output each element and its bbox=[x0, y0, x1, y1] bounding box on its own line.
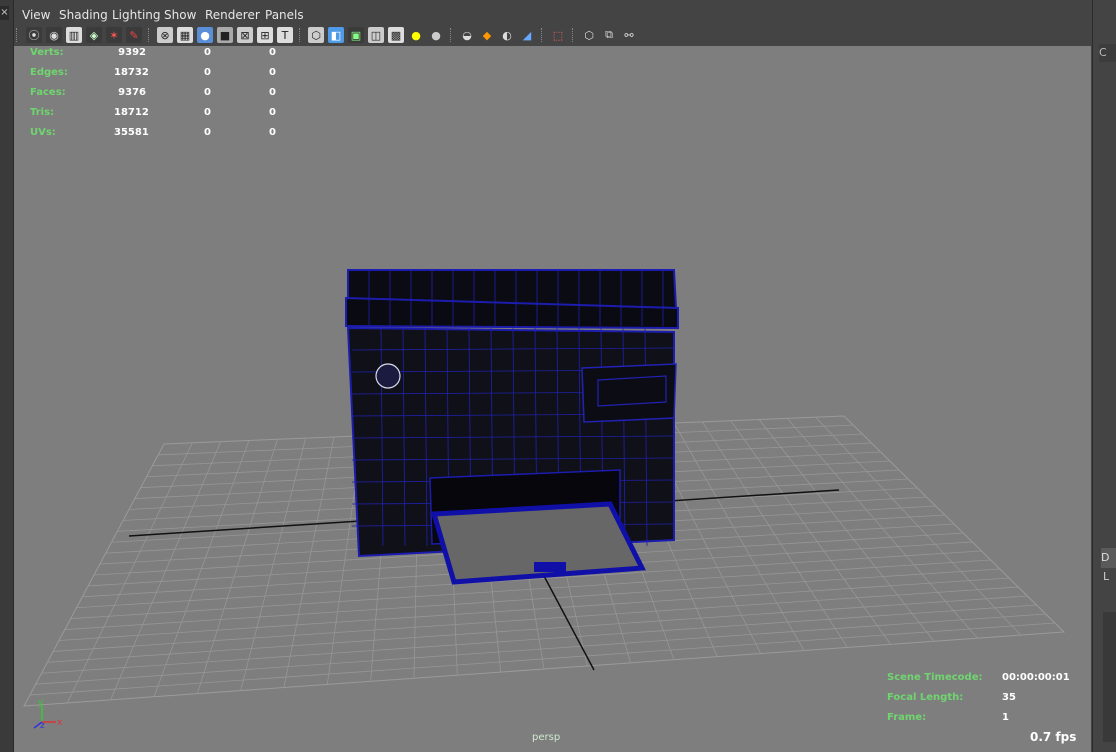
hud-value: 9392 bbox=[118, 47, 146, 58]
hud-label: Faces: bbox=[30, 87, 66, 98]
isolate-view-icon[interactable]: ⧉ bbox=[601, 27, 617, 43]
xray-joints-icon[interactable]: ● bbox=[408, 27, 424, 43]
frame-label: Frame: bbox=[887, 712, 927, 723]
textured-icon[interactable]: ◒ bbox=[459, 27, 475, 43]
menu-shading[interactable]: Shading bbox=[59, 8, 108, 22]
hud-value: 0 bbox=[269, 87, 276, 98]
panel-close-icon[interactable]: × bbox=[0, 6, 9, 20]
hud-value: 18732 bbox=[114, 67, 149, 78]
xray-components-icon[interactable]: ● bbox=[428, 27, 444, 43]
shadows-icon[interactable]: ◢ bbox=[519, 27, 535, 43]
default-material-icon[interactable]: ◫ bbox=[368, 27, 384, 43]
printer-model bbox=[345, 269, 679, 585]
toolbar-separator bbox=[16, 28, 20, 42]
hud-value: 0 bbox=[204, 67, 211, 78]
scene-timecode-value: 00:00:00:01 bbox=[1002, 672, 1070, 683]
menu-lighting[interactable]: Lighting bbox=[112, 8, 161, 22]
power-button-model bbox=[375, 363, 401, 389]
hud-value: 0 bbox=[204, 87, 211, 98]
toolbar-separator bbox=[572, 28, 576, 42]
right-panel-list[interactable] bbox=[1103, 612, 1116, 742]
hud-value: 0 bbox=[269, 47, 276, 58]
panel-menu-bar: View Shading Lighting Show Renderer Pane… bbox=[14, 6, 1092, 26]
scene-timecode-label: Scene Timecode: bbox=[887, 672, 983, 683]
camera-name-label: persp bbox=[532, 732, 561, 743]
focal-length-label: Focal Length: bbox=[887, 692, 964, 703]
hud-label: Verts: bbox=[30, 47, 64, 58]
viewport-persp[interactable]: y x z Verts: 9392 0 0 Edges: 18732 0 0 F… bbox=[14, 46, 1091, 752]
menu-renderer[interactable]: Renderer bbox=[205, 8, 260, 22]
menu-show[interactable]: Show bbox=[164, 8, 196, 22]
hud-label: Tris: bbox=[30, 107, 55, 118]
safe-title-icon[interactable]: ■ bbox=[217, 27, 233, 43]
scene-canvas[interactable]: y x z bbox=[14, 46, 1091, 752]
right-panel-tab[interactable]: C bbox=[1099, 44, 1116, 62]
panel-toolbar: ⦿ ◉ ▥ ◈ ✶ ✎ ⊗ ▦ ● ■ ⊠ ⊞ T ⬡ ◧ ▣ ◫ ▩ ● ● … bbox=[14, 25, 1092, 46]
text-icon[interactable]: T bbox=[277, 27, 293, 43]
hud-value: 0 bbox=[269, 127, 276, 138]
focal-length-value: 35 bbox=[1002, 692, 1016, 703]
grid-icon[interactable]: ✶ bbox=[106, 27, 122, 43]
frame-value: 1 bbox=[1002, 712, 1009, 723]
smooth-shade-icon[interactable]: ⊞ bbox=[257, 27, 273, 43]
toolbar-separator bbox=[541, 28, 545, 42]
toolbar-separator bbox=[299, 28, 303, 42]
resolution-gate-icon[interactable]: ⊗ bbox=[157, 27, 173, 43]
axis-x-label: x bbox=[57, 718, 63, 728]
hud-label: UVs: bbox=[30, 127, 56, 138]
film-gate-icon[interactable]: ✎ bbox=[126, 27, 142, 43]
use-default-light-icon[interactable]: ◆ bbox=[479, 27, 495, 43]
camera-attributes-icon[interactable]: ◉ bbox=[46, 27, 62, 43]
field-chart-icon[interactable]: ▦ bbox=[177, 27, 193, 43]
all-lights-icon[interactable]: ◐ bbox=[499, 27, 515, 43]
flat-shade-icon[interactable]: ⬡ bbox=[308, 27, 324, 43]
hud-value: 0 bbox=[204, 107, 211, 118]
hud-value: 18712 bbox=[114, 107, 149, 118]
select-camera-icon[interactable]: ⦿ bbox=[26, 27, 42, 43]
toolbar-separator bbox=[148, 28, 152, 42]
points-icon[interactable]: ▣ bbox=[348, 27, 364, 43]
right-panel: C D L bbox=[1092, 0, 1116, 752]
right-panel-tab-secondary[interactable]: D bbox=[1101, 548, 1116, 568]
hud-value: 0 bbox=[204, 47, 211, 58]
left-panel-strip: × bbox=[0, 0, 14, 752]
screen-space-ao-icon[interactable]: ⬡ bbox=[581, 27, 597, 43]
toolbar-separator bbox=[450, 28, 454, 42]
axis-y-label: y bbox=[38, 698, 44, 708]
right-panel-label: L bbox=[1103, 570, 1110, 583]
bookmark-icon[interactable]: ▥ bbox=[66, 27, 82, 43]
axis-gizmo: y x z bbox=[33, 698, 63, 731]
hud-value: 35581 bbox=[114, 127, 149, 138]
hud-value: 0 bbox=[269, 67, 276, 78]
hud-value: 0 bbox=[204, 127, 211, 138]
hud-value: 0 bbox=[269, 107, 276, 118]
image-plane-icon[interactable]: ◈ bbox=[86, 27, 102, 43]
axis-z-label: z bbox=[40, 721, 45, 731]
menu-panels[interactable]: Panels bbox=[265, 8, 304, 22]
isolate-select-icon[interactable]: ⬚ bbox=[550, 27, 566, 43]
viewport-renderer-icon[interactable]: ⚯ bbox=[621, 27, 637, 43]
grid-axis-z bbox=[543, 575, 595, 671]
bounding-box-icon[interactable]: ◧ bbox=[328, 27, 344, 43]
safe-action-icon[interactable]: ● bbox=[197, 27, 213, 43]
fps-readout: 0.7 fps bbox=[1030, 730, 1077, 744]
menu-view[interactable]: View bbox=[22, 8, 50, 22]
hud-value: 9376 bbox=[118, 87, 146, 98]
wireframe-icon[interactable]: ⊠ bbox=[237, 27, 253, 43]
hud-label: Edges: bbox=[30, 67, 68, 78]
xray-icon[interactable]: ▩ bbox=[388, 27, 404, 43]
